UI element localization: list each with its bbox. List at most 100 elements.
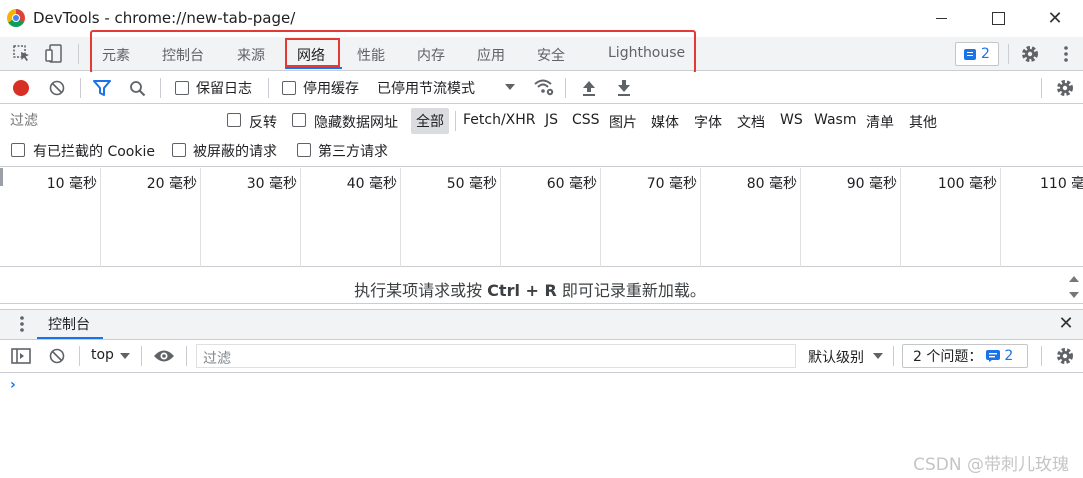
inspect-element-icon[interactable] [10, 42, 34, 66]
network-settings-gear-icon[interactable] [1054, 77, 1076, 99]
reload-shortcut: Ctrl + R [487, 281, 557, 300]
divider [1008, 44, 1009, 64]
log-levels-select[interactable]: 默认级别 [808, 347, 864, 367]
drawer-active-tab-indicator [37, 337, 103, 339]
divider [565, 78, 566, 98]
network-conditions-wifi-icon[interactable] [532, 76, 556, 98]
timeline-tick-label: 50 毫秒 [446, 176, 497, 192]
settings-gear-icon[interactable] [1018, 42, 1042, 66]
import-har-upload-icon[interactable] [579, 78, 599, 98]
clear-console-icon[interactable] [47, 346, 67, 366]
network-tab-highlight [285, 38, 340, 67]
maximize-button[interactable] [975, 0, 1021, 37]
console-issues-button[interactable]: 2 个问题： 2 [902, 344, 1028, 368]
divider [186, 346, 187, 366]
drawer-tab-bar [0, 309, 1083, 340]
type-filter-media[interactable]: 媒体 [651, 112, 679, 132]
divider [160, 78, 161, 98]
timeline-tick-label: 70 毫秒 [646, 176, 697, 192]
tab-lighthouse[interactable]: Lighthouse [608, 45, 685, 67]
type-filter-ws[interactable]: WS [780, 112, 803, 128]
clear-icon[interactable] [47, 78, 67, 98]
throttling-dropdown-arrow-icon[interactable] [503, 80, 517, 94]
minimize-button[interactable] [918, 0, 964, 37]
third-party-label: 第三方请求 [318, 144, 388, 160]
scroll-down-arrow-icon[interactable] [1069, 292, 1079, 298]
search-icon[interactable] [127, 78, 147, 98]
timeline-tick-label: 30 毫秒 [246, 176, 297, 192]
type-filter-doc[interactable]: 文档 [737, 112, 765, 132]
tab-security[interactable]: 安全 [537, 45, 565, 67]
message-icon [986, 350, 1001, 362]
type-filter-js[interactable]: JS [545, 112, 558, 128]
hide-data-urls-checkbox[interactable] [292, 113, 306, 127]
type-filter-all[interactable]: 全部 [411, 108, 449, 134]
timeline-tick-label: 80 毫秒 [746, 176, 797, 192]
context-selector[interactable]: top [91, 347, 114, 363]
divider [80, 78, 81, 98]
active-tab-indicator [285, 67, 342, 69]
divider [1041, 346, 1042, 366]
live-expression-eye-icon[interactable] [152, 346, 176, 366]
console-settings-gear-icon[interactable] [1054, 345, 1076, 367]
preserve-log-checkbox[interactable] [175, 81, 189, 95]
tab-performance[interactable]: 性能 [357, 45, 385, 67]
hide-data-urls-label: 隐藏数据网址 [314, 115, 398, 131]
message-icon [964, 48, 977, 60]
context-dropdown-arrow-icon[interactable] [119, 350, 131, 362]
export-har-download-icon[interactable] [614, 78, 634, 98]
device-toolbar-icon[interactable] [42, 42, 66, 66]
invert-label: 反转 [249, 115, 277, 131]
more-options-icon[interactable] [1056, 42, 1076, 66]
tab-memory[interactable]: 内存 [417, 45, 445, 67]
scroll-up-arrow-icon[interactable] [1069, 276, 1079, 282]
issues-label: 2 个问题： [913, 349, 983, 365]
levels-dropdown-arrow-icon[interactable] [872, 350, 884, 362]
type-filter-css[interactable]: CSS [572, 112, 600, 128]
timeline-tick-label: 10 毫秒 [46, 176, 97, 192]
disable-cache-checkbox[interactable] [282, 81, 296, 95]
type-filter-img[interactable]: 图片 [609, 112, 637, 132]
tab-elements[interactable]: 元素 [102, 45, 130, 67]
issues-badge[interactable]: 2 [955, 42, 999, 66]
divider [268, 78, 269, 98]
blocked-requests-checkbox[interactable] [172, 143, 186, 157]
tab-application[interactable]: 应用 [477, 45, 505, 67]
blocked-cookies-checkbox[interactable] [11, 143, 25, 157]
type-filter-fetch-xhr[interactable]: Fetch/XHR [463, 112, 536, 128]
timeline-tick-label: 110 毫 [1040, 176, 1083, 192]
divider [455, 111, 456, 131]
timeline-tick-label: 90 毫秒 [846, 176, 897, 192]
invert-checkbox[interactable] [227, 113, 241, 127]
third-party-checkbox[interactable] [297, 143, 311, 157]
divider [1041, 78, 1042, 98]
network-filter-input[interactable] [4, 108, 210, 134]
watermark: CSDN @带刺儿玫瑰 [913, 455, 1069, 475]
tab-sources[interactable]: 来源 [237, 45, 265, 67]
blocked-cookies-label: 有已拦截的 Cookie [33, 144, 155, 160]
drawer-more-icon[interactable] [14, 313, 30, 335]
chrome-logo-icon [7, 9, 25, 27]
issues-count: 2 [981, 46, 990, 62]
blocked-requests-label: 被屏蔽的请求 [193, 144, 277, 160]
console-prompt-icon[interactable]: › [10, 377, 16, 393]
console-filter-input[interactable]: 过滤 [196, 344, 796, 368]
record-button[interactable] [13, 80, 29, 96]
divider [141, 346, 142, 366]
divider [78, 44, 79, 64]
close-drawer-icon[interactable]: ✕ [1056, 313, 1076, 334]
throttling-select[interactable]: 已停用节流模式 [377, 78, 475, 98]
tab-console[interactable]: 控制台 [162, 45, 204, 67]
close-window-button[interactable]: ✕ [1032, 0, 1078, 37]
type-filter-other[interactable]: 其他 [909, 112, 937, 132]
timeline-tick-label: 60 毫秒 [546, 176, 597, 192]
window-title: DevTools - chrome://new-tab-page/ [33, 9, 296, 27]
timeline-tick-label: 100 毫秒 [937, 176, 997, 192]
console-sidebar-icon[interactable] [10, 346, 32, 366]
type-filter-font[interactable]: 字体 [694, 112, 722, 132]
divider [79, 346, 80, 366]
filter-funnel-icon[interactable] [92, 78, 112, 98]
type-filter-manifest[interactable]: 清单 [866, 112, 894, 132]
issues-count: 2 [1004, 348, 1014, 364]
type-filter-wasm[interactable]: Wasm [814, 112, 856, 128]
